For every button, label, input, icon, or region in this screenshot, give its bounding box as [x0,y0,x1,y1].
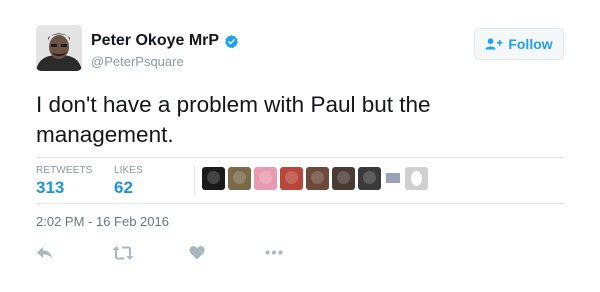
retweets-count[interactable]: 313 [36,178,64,198]
liker-avatar-3[interactable] [254,167,277,190]
liker-avatar-6[interactable] [332,167,355,190]
verified-badge-icon [224,34,239,49]
author-name-text[interactable]: Peter Okoye MrP [91,32,219,50]
author-name[interactable]: Peter Okoye MrP [91,32,239,50]
liker-avatar-1[interactable] [202,167,225,190]
retweets-label: RETWEETS [36,165,93,176]
divider [36,203,565,204]
author-handle[interactable]: @PeterPsquare [91,54,184,69]
reply-icon [37,247,52,259]
liker-avatar-5[interactable] [306,167,329,190]
author-avatar[interactable] [36,25,82,71]
retweet-icon [112,246,134,260]
liker-avatar-4[interactable] [280,167,303,190]
reply-button[interactable] [36,245,53,261]
liker-avatars [202,167,428,190]
liker-avatar-2[interactable] [228,167,251,190]
divider [36,157,565,158]
stats-divider [194,166,195,196]
more-icon [265,250,283,255]
follow-button[interactable]: Follow [474,28,564,60]
likes-label: LIKES [114,165,143,176]
retweet-button[interactable] [112,245,134,261]
follow-label: Follow [508,36,553,52]
liker-avatar-9[interactable] [405,167,428,190]
liker-avatar-8[interactable] [384,167,402,190]
more-button[interactable] [265,250,283,255]
add-user-icon [485,38,503,50]
liker-avatar-7[interactable] [358,167,381,190]
like-button[interactable] [189,245,205,260]
tweet-text: I don't have a problem with Paul but the… [36,92,431,147]
like-icon [189,246,205,260]
tweet-timestamp[interactable]: 2:02 PM - 16 Feb 2016 [36,214,169,229]
likes-count[interactable]: 62 [114,178,133,198]
